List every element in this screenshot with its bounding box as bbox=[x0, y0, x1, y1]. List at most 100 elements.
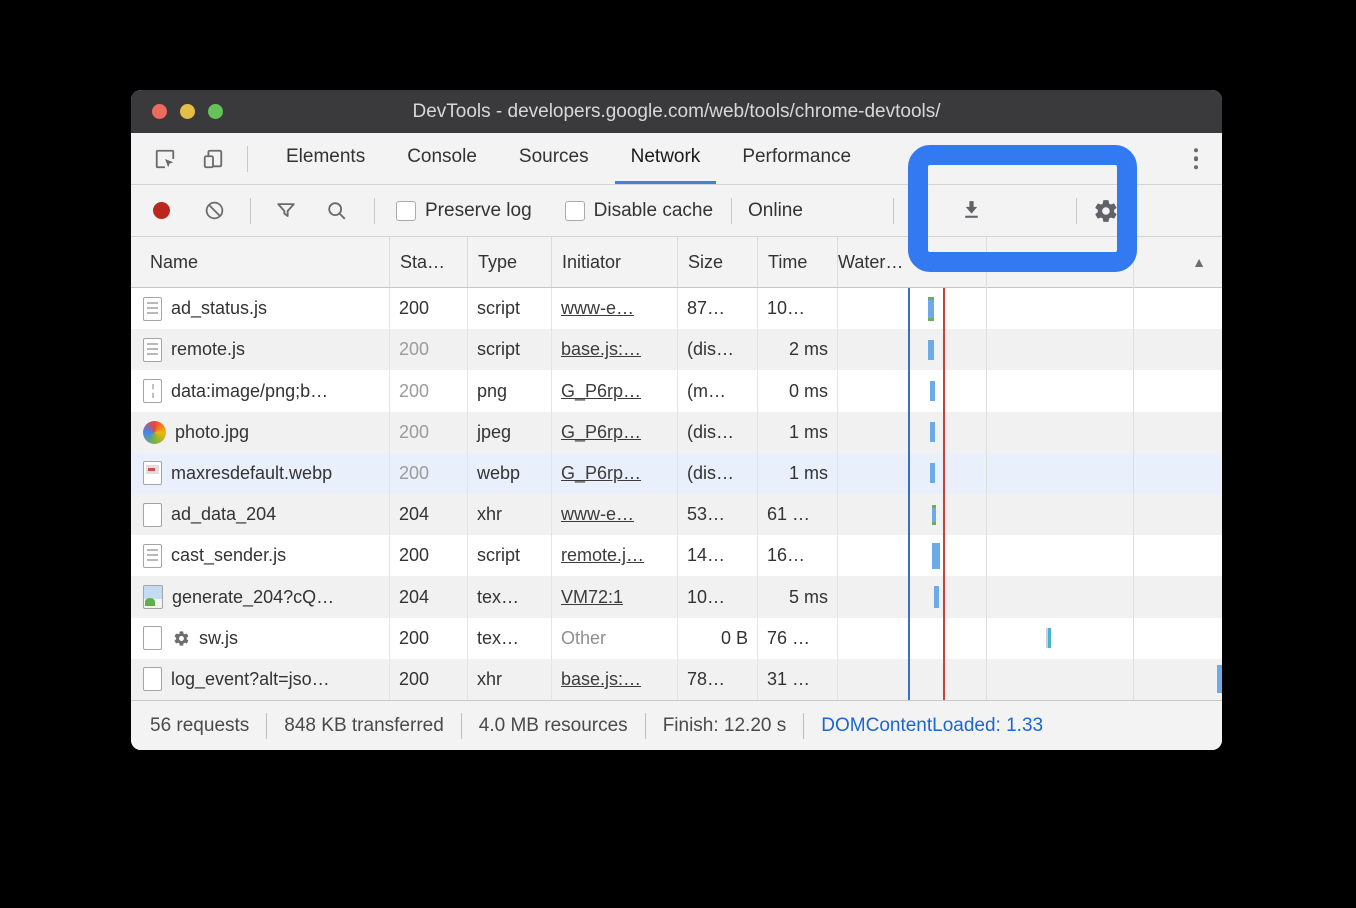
photo-file-icon bbox=[143, 420, 166, 444]
dom-content-loaded-time: DOMContentLoaded: 1.33 bbox=[821, 714, 1044, 736]
time-cell: 5 ms bbox=[758, 576, 838, 618]
tab-elements[interactable]: Elements bbox=[270, 133, 381, 184]
size-cell: 0 B bbox=[678, 617, 758, 659]
panel-tabs: Elements Console Sources Network Perform… bbox=[270, 133, 877, 184]
initiator-cell[interactable]: VM72:1 bbox=[552, 576, 678, 618]
size-cell: (dis… bbox=[678, 452, 758, 495]
request-name-cell[interactable]: data:image/png;b… bbox=[131, 370, 390, 412]
divider bbox=[644, 712, 646, 739]
script-file-icon bbox=[143, 543, 162, 568]
column-header-time[interactable]: Time bbox=[758, 237, 838, 287]
search-icon[interactable] bbox=[326, 200, 348, 222]
request-name-cell[interactable]: ad_data_204 bbox=[131, 494, 390, 536]
table-row[interactable]: photo.jpg 200 jpeg G_P6rp… (dis… 1 ms bbox=[131, 411, 1222, 453]
initiator-cell[interactable]: Other bbox=[552, 617, 678, 659]
preserve-log-checkbox[interactable] bbox=[396, 200, 416, 221]
type-cell: script bbox=[468, 329, 552, 371]
window-title: DevTools - developers.google.com/web/too… bbox=[412, 100, 941, 122]
type-cell: xhr bbox=[468, 494, 552, 536]
waterfall-cell bbox=[838, 576, 1222, 617]
plain-file-icon bbox=[143, 667, 162, 692]
tab-sources[interactable]: Sources bbox=[503, 133, 605, 184]
tab-performance[interactable]: Performance bbox=[726, 133, 867, 184]
waterfall-bar bbox=[928, 296, 934, 321]
throttling-dropdown[interactable]: Online bbox=[748, 200, 803, 222]
request-name: ad_status.js bbox=[171, 298, 268, 319]
zoom-window-button[interactable] bbox=[208, 104, 223, 119]
initiator-cell[interactable]: www-e… bbox=[552, 494, 678, 536]
column-header-initiator[interactable]: Initiator bbox=[552, 237, 678, 287]
request-name-cell[interactable]: ad_status.js bbox=[131, 288, 390, 330]
table-row[interactable]: remote.js 200 script base.js:… (dis… 2 m… bbox=[131, 329, 1222, 371]
table-row[interactable]: log_event?alt=jso… 200 xhr base.js:… 78…… bbox=[131, 658, 1222, 701]
tab-console[interactable]: Console bbox=[391, 133, 493, 184]
device-toolbar-icon[interactable] bbox=[201, 147, 225, 171]
size-cell: 87… bbox=[678, 288, 758, 330]
type-cell: tex… bbox=[468, 576, 552, 618]
time-cell: 1 ms bbox=[758, 411, 838, 453]
transferred-size: 848 KB transferred bbox=[284, 714, 444, 736]
request-name-cell[interactable]: cast_sender.js bbox=[131, 535, 390, 577]
table-row[interactable]: ad_data_204 204 xhr www-e… 53… 61 … bbox=[131, 494, 1222, 536]
table-row[interactable]: cast_sender.js 200 script remote.j… 14… … bbox=[131, 535, 1222, 577]
request-name: sw.js bbox=[199, 627, 239, 648]
close-window-button[interactable] bbox=[152, 104, 167, 119]
devtools-window: DevTools - developers.google.com/web/too… bbox=[131, 90, 1222, 750]
tab-network[interactable]: Network bbox=[614, 133, 717, 184]
time-cell: 76 … bbox=[758, 617, 838, 659]
status-cell: 200 bbox=[390, 370, 468, 412]
request-name-cell[interactable]: sw.js bbox=[131, 617, 390, 659]
type-cell: jpeg bbox=[468, 411, 552, 453]
column-header-type[interactable]: Type bbox=[468, 237, 552, 287]
sort-indicator-icon[interactable]: ▲ bbox=[1192, 254, 1206, 270]
request-name-cell[interactable]: generate_204?cQ… bbox=[131, 576, 390, 618]
size-cell: (dis… bbox=[678, 411, 758, 453]
type-cell: tex… bbox=[468, 617, 552, 659]
request-name-cell[interactable]: log_event?alt=jso… bbox=[131, 658, 390, 701]
divider bbox=[892, 197, 894, 224]
request-name-cell[interactable]: photo.jpg bbox=[131, 411, 390, 453]
table-body: ad_status.js 200 script www-e… 87… 10… r… bbox=[131, 288, 1222, 701]
request-name-cell[interactable]: maxresdefault.webp bbox=[131, 452, 390, 495]
table-row[interactable]: data:image/png;b… 200 png G_P6rp… (m… 0 … bbox=[131, 370, 1222, 412]
waterfall-cell bbox=[838, 453, 1222, 494]
divider bbox=[374, 197, 375, 224]
initiator-cell[interactable]: base.js:… bbox=[552, 658, 678, 701]
minimize-window-button[interactable] bbox=[180, 104, 195, 119]
time-cell: 1 ms bbox=[758, 452, 838, 495]
request-name: ad_data_204 bbox=[171, 504, 277, 525]
initiator-cell[interactable]: G_P6rp… bbox=[552, 452, 678, 495]
table-row[interactable]: sw.js 200 tex… Other 0 B 76 … bbox=[131, 617, 1222, 659]
initiator-cell[interactable]: base.js:… bbox=[552, 329, 678, 371]
requests-count: 56 requests bbox=[150, 714, 250, 736]
initiator-cell[interactable]: remote.j… bbox=[552, 535, 678, 577]
clear-network-log-icon[interactable] bbox=[204, 200, 225, 221]
initiator-cell[interactable]: G_P6rp… bbox=[552, 411, 678, 453]
service-worker-gear-icon bbox=[173, 630, 190, 647]
table-row[interactable]: ad_status.js 200 script www-e… 87… 10… bbox=[131, 288, 1222, 330]
preserve-log-group: Preserve log bbox=[387, 200, 532, 222]
waterfall-cell bbox=[838, 659, 1222, 700]
table-row[interactable]: generate_204?cQ… 204 tex… VM72:1 10… 5 m… bbox=[131, 576, 1222, 618]
status-cell: 200 bbox=[390, 535, 468, 577]
column-header-status[interactable]: Sta… bbox=[390, 237, 468, 287]
request-name-cell[interactable]: remote.js bbox=[131, 329, 390, 371]
filter-icon[interactable] bbox=[275, 200, 297, 222]
size-cell: 78… bbox=[678, 658, 758, 701]
waterfall-bar bbox=[930, 463, 935, 484]
request-name: maxresdefault.webp bbox=[171, 462, 333, 483]
column-header-name[interactable]: Name bbox=[131, 237, 390, 287]
table-row[interactable]: maxresdefault.webp 200 webp G_P6rp… (dis… bbox=[131, 452, 1222, 495]
plain-file-icon bbox=[143, 626, 162, 651]
record-network-log-button[interactable] bbox=[153, 202, 170, 219]
initiator-cell[interactable]: G_P6rp… bbox=[552, 370, 678, 412]
preserve-log-label: Preserve log bbox=[425, 199, 532, 221]
waterfall-cell bbox=[838, 329, 1222, 370]
inspect-element-icon[interactable] bbox=[153, 147, 177, 171]
column-header-size[interactable]: Size bbox=[678, 237, 758, 287]
disable-cache-checkbox[interactable] bbox=[564, 200, 585, 221]
more-options-icon[interactable] bbox=[1193, 147, 1198, 170]
initiator-cell[interactable]: www-e… bbox=[552, 288, 678, 330]
annotation-highlight-box bbox=[908, 145, 1137, 272]
waterfall-bar bbox=[930, 381, 935, 401]
